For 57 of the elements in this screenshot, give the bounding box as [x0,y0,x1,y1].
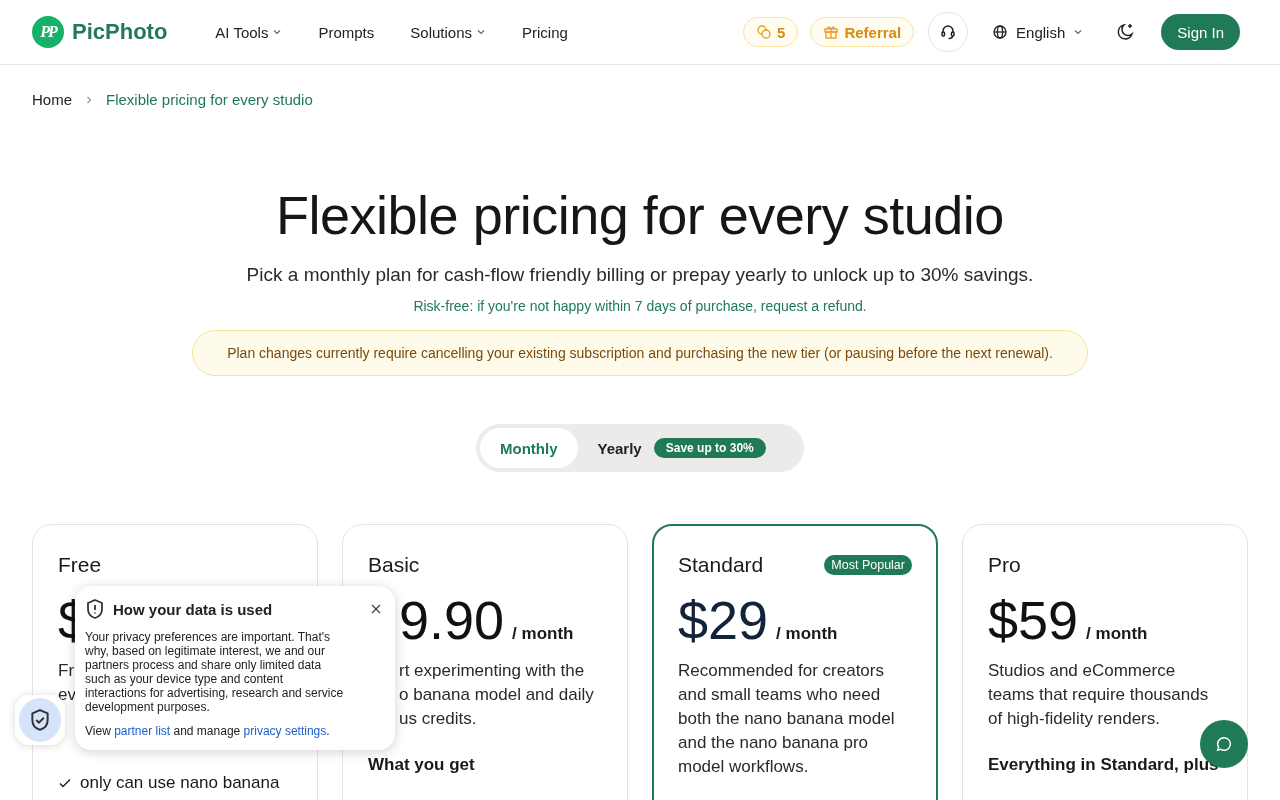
shield-alert-icon [85,598,105,620]
nav-link[interactable]: Solutions [410,23,486,41]
breadcrumb-link[interactable]: Home [32,91,72,108]
dark-mode-toggle[interactable] [1115,22,1136,42]
subtitle: Pick a monthly plan for cash-flow friendly billing or prepay yearly to unlock up to 30% savings. [246,264,1034,286]
popup-body: Your privacy preferences are important. That's why, based on legitimate interest, we and our partners process and share only limited data such as your device type and content interactions for advertising, research and service development purposes. [85,630,345,714]
globe-icon [992,24,1009,40]
plan-description-line: Fr [58,660,75,682]
popup-footer-text: and manage [172,724,242,738]
plan-description-line: us credits. [399,708,477,730]
gift-icon [823,24,840,40]
price-period: / month [776,624,838,644]
plan-description: Recommended for creators and small teams who need both the nano banana model and the nano banana pro model workflows. [678,660,896,778]
plan-name: Standard [678,553,764,577]
billing-tab[interactable]: Yearly Save up to 30% [577,428,786,468]
chevron-down-icon [476,27,486,37]
popup-footer-text: View [85,724,112,738]
tab-label: Monthly [500,439,558,457]
privacy-link[interactable]: partner list [114,724,171,738]
popup-footer-text: . [326,724,330,738]
close-button[interactable] [371,604,381,614]
plan-price: $59 [988,589,1079,651]
feature-text: only can use nano banana [80,773,280,793]
sign-in-button[interactable]: Sign In [1161,14,1240,50]
plan-name: Pro [988,553,1021,577]
billing-tab[interactable]: Monthly [480,428,578,468]
savings-badge: Save up to 30% [653,438,766,458]
plan-description-line: rt experimenting with the [399,660,585,682]
chevron-down-icon [272,27,283,37]
chat-bubble-icon [1215,735,1233,753]
popup-title: How your data is used [113,600,273,618]
plan-description: Studios and eCommerce teams that require thousands of high-fidelity renders. [988,660,1210,730]
price-period: / month [512,624,574,644]
plan-price: 9.90 [399,589,505,651]
chevron-down-icon [1073,27,1084,37]
plan-description-line: o banana model and daily [399,684,594,706]
chevron-right-icon [84,94,94,105]
price-period: / month [1086,624,1148,644]
nav-link[interactable]: Prompts [318,23,375,41]
tab-label: Yearly [597,439,642,457]
coins-icon [756,24,773,40]
plan-name: Free [58,553,102,577]
logo-name[interactable]: PicPhoto [72,19,168,45]
plan-price: $29 [678,589,769,651]
popular-badge: Most Popular [824,555,912,575]
features-heading: What you get [368,755,476,775]
check-icon [58,776,72,790]
plan-description-line: ev [58,684,76,706]
plan-name: Basic [368,553,420,577]
plan-change-notice: Plan changes currently require cancelling your existing subscription and purchasing the new tier (or pausing before the next renewal). [192,330,1088,376]
language-selector[interactable]: English [992,23,1084,41]
refund-note: Risk-free: if you're not happy within 7 days of purchase, request a refund. [413,298,867,314]
page-title: Flexible pricing for every studio [276,184,1004,246]
breadcrumb-link[interactable]: Flexible pricing for every studio [106,91,313,108]
nav-link[interactable]: Pricing [522,23,568,41]
nav-link[interactable]: AI Tools [215,23,283,41]
headset-icon [939,23,958,41]
